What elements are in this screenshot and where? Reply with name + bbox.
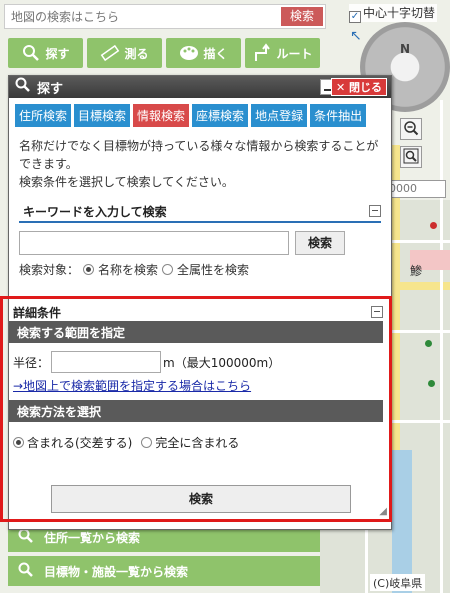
detail-conditions-panel: 詳細条件 検索する範囲を指定 半径： m（最大100000m） →地図上で検索範… [0,296,392,522]
description-line: 名称だけでなく目標物が持っている様々な情報から検索することが [19,139,379,153]
method-section-header: 検索方法を選択 [9,400,383,422]
search-icon [15,77,31,97]
search-icon [21,43,41,63]
radio-all-attributes[interactable] [162,264,174,275]
tab-info[interactable]: 情報検索 [133,104,190,127]
tab-filter[interactable]: 条件抽出 [310,104,367,127]
radius-label: 半径： [13,355,50,370]
scale-field[interactable]: 0000 [386,180,446,198]
left-item-landmark-list[interactable]: 目標物・施設一覧から検索 [8,556,320,586]
map-search-input[interactable] [7,7,279,26]
description-line: できます。 [19,157,78,171]
close-button[interactable]: ✕ 閉じる [330,78,387,96]
tool-measure-button[interactable]: 測る [87,38,162,68]
target-row: 検索対象： 名称を検索 全属性を検索 [9,255,391,278]
zoom-area-icon [403,148,419,167]
tab-landmark[interactable]: 目標検索 [74,104,131,127]
keyword-section-header[interactable]: キーワードを入力して検索 [19,201,381,223]
tool-measure-label: 測る [124,46,149,61]
radio-intersect[interactable] [13,437,24,448]
method-row: 含まれる(交差する) 完全に含まれる [3,422,389,451]
arrow-nw-icon[interactable]: ↖ [350,28,362,44]
map-place-label: 鯵 [410,264,423,278]
compass-north-label: N [400,42,411,56]
palette-icon [179,43,199,63]
radio-intersect-label: 含まれる(交差する) [27,436,133,450]
description: 名称だけでなく目標物が持っている様々な情報から検索することが できます。 検索条… [9,127,391,191]
zoom-area-button[interactable] [400,146,422,168]
search-tabs: 住所検索 目標検索 情報検索 座標検索 地点登録 条件抽出 [9,98,391,127]
map-search-button[interactable]: 検索 [281,7,323,26]
center-cross-toggle[interactable]: ✓ 中心十字切替 [349,4,438,23]
radio-fully-label: 完全に含まれる [155,436,240,450]
radio-all-label: 全属性を検索 [177,263,250,277]
map-range-link[interactable]: →地図上で検索範囲を指定する場合はこちら [3,373,389,400]
left-item-label: 住所一覧から検索 [44,530,141,545]
tool-route-button[interactable]: ルート [245,38,320,68]
detail-search-button[interactable]: 検索 [51,485,351,513]
tool-draw-label: 描く [203,46,228,61]
radius-row: 半径： m（最大100000m） [3,343,389,373]
search-icon [18,562,34,581]
detail-title: 詳細条件 [13,305,62,320]
tool-bar: 探す 測る 描く ルート [8,38,320,68]
keyword-row: 検索 [9,223,391,255]
resize-grip-icon[interactable]: ◢ [379,506,387,517]
radius-input[interactable] [51,351,162,373]
radius-unit: m（最大100000m） [163,355,281,370]
tab-address[interactable]: 住所検索 [15,104,72,127]
range-section-header: 検索する範囲を指定 [9,321,383,343]
dialog-title: 探す [37,81,64,97]
ruler-icon [100,43,120,63]
radio-name-search[interactable] [83,264,95,275]
zoom-out-button[interactable] [400,118,422,140]
left-item-label: 目標物・施設一覧から検索 [44,564,189,579]
collapse-icon[interactable] [369,205,381,217]
tab-coordinates[interactable]: 座標検索 [192,104,249,127]
radio-name-label: 名称を検索 [98,263,159,277]
checkbox-icon[interactable]: ✓ [349,11,361,23]
tool-search-button[interactable]: 探す [8,38,83,68]
target-label: 検索対象： [19,263,80,277]
dialog-header[interactable]: 探す ✕ 閉じる [9,76,391,98]
search-icon [18,528,34,547]
description-line: 検索条件を選択して検索してください。 [19,175,234,189]
copyright-label: (C)岐阜県 [370,574,426,591]
close-icon: ✕ [335,81,346,94]
detail-header[interactable]: 詳細条件 [9,303,383,321]
tool-route-label: ルート [276,46,313,61]
close-label: 閉じる [349,81,382,94]
keyword-input[interactable] [19,231,289,255]
tool-draw-button[interactable]: 描く [166,38,241,68]
keyword-section-title: キーワードを入力して検索 [23,204,167,219]
collapse-icon[interactable] [371,306,383,318]
tool-search-label: 探す [45,46,70,61]
radio-fully-contained[interactable] [141,437,153,448]
tab-register-point[interactable]: 地点登録 [251,104,308,127]
center-cross-label: 中心十字切替 [363,6,436,20]
zoom-out-icon [403,120,419,139]
keyword-search-button[interactable]: 検索 [295,231,345,255]
route-icon [252,43,272,63]
map-search-bar: 検索 [4,4,326,29]
